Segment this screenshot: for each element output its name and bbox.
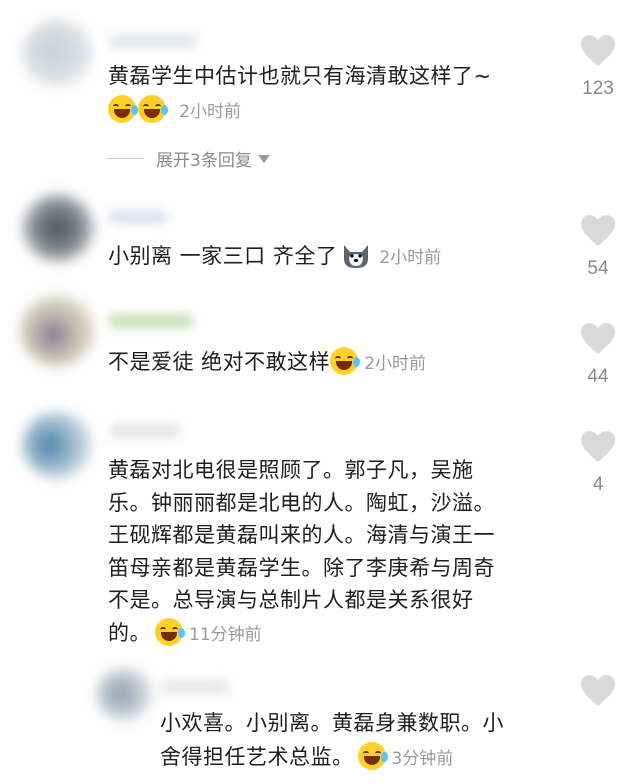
- username[interactable]: [108, 314, 194, 328]
- comment-time: 2小时前: [179, 102, 242, 122]
- comment-text: 黄磊学生中估计也就只有海清敢这样了~: [108, 60, 492, 92]
- comment-time: 2小时前: [379, 248, 442, 268]
- heart-icon: [581, 35, 615, 66]
- heart-icon: [581, 215, 615, 246]
- comment-line: 小欢喜。小别离。黄磊身兼数职。小: [160, 711, 504, 735]
- comment-line-text: 舍得担任艺术总监。: [160, 745, 354, 769]
- cry-laugh-emoji: [330, 347, 361, 375]
- comment-line: 的。 11分钟前: [108, 617, 495, 652]
- like-button[interactable]: 54: [568, 214, 628, 280]
- comment-text: 黄磊对北电很是照顾了。郭子凡，吴施 乐。钟丽丽都是北电的人。陶虹，沙溢。 王砚辉…: [108, 454, 495, 651]
- username[interactable]: [108, 34, 198, 48]
- avatar[interactable]: [96, 668, 152, 720]
- like-button[interactable]: 4: [568, 430, 628, 496]
- comment-body: 不是爱徒 绝对不敢这样: [108, 350, 331, 374]
- like-button[interactable]: 123: [568, 34, 628, 100]
- comment-time: 2小时前: [364, 354, 427, 374]
- heart-icon: [581, 431, 615, 462]
- comment-item: 小欢喜。小别离。黄磊身兼数职。小 舍得担任艺术总监。 3分钟前: [0, 662, 640, 784]
- comment-time: 3分钟前: [391, 749, 454, 769]
- comment-line: 乐。钟丽丽都是北电的人。陶虹，沙溢。: [108, 490, 495, 515]
- divider: [106, 158, 144, 159]
- comment-body: 小别离 一家三口 齐全了: [108, 244, 338, 268]
- username[interactable]: [110, 424, 180, 438]
- comment-item: 不是爱徒 绝对不敢这样 2小时前 44: [0, 286, 640, 388]
- comment-meta: 2小时前: [108, 94, 241, 128]
- avatar[interactable]: [22, 412, 92, 478]
- comment-text: 小欢喜。小别离。黄磊身兼数职。小 舍得担任艺术总监。 3分钟前: [160, 706, 504, 776]
- comment-body: 黄磊学生中估计也就只有海清敢这样了~: [108, 64, 492, 88]
- comment-line: 舍得担任艺术总监。 3分钟前: [160, 740, 504, 776]
- expand-replies-button[interactable]: 展开3条回复: [106, 146, 270, 171]
- cry-laugh-emoji: [357, 742, 388, 770]
- like-count: 4: [592, 474, 604, 495]
- comment-line: 不是。总导演与总制片人都是关系很好: [108, 588, 474, 612]
- comment-text: 不是爱徒 绝对不敢这样 2小时前: [108, 346, 426, 380]
- username[interactable]: [108, 210, 168, 224]
- avatar[interactable]: [22, 194, 94, 262]
- expand-replies-label: 展开3条回复: [156, 151, 252, 171]
- avatar[interactable]: [22, 20, 92, 86]
- username[interactable]: [160, 680, 230, 694]
- avatar[interactable]: [20, 296, 94, 366]
- comment-text: 小别离 一家三口 齐全了 2小时前: [108, 240, 441, 274]
- comment-line-text: 的。: [108, 620, 151, 645]
- comment-item: 黄磊学生中估计也就只有海清敢这样了~ 2小时前 123: [0, 0, 640, 140]
- cry-laugh-emoji: [155, 617, 185, 646]
- heart-icon: [581, 675, 615, 706]
- comment-item: 黄磊对北电很是照顾了。郭子凡，吴施 乐。钟丽丽都是北电的人。陶虹，沙溢。 王砚辉…: [0, 398, 640, 656]
- cry-laugh-emoji: [138, 95, 168, 123]
- like-count: 123: [582, 78, 614, 99]
- comment-line: 王砚辉都是黄磊叫来的人。海清与演王一: [108, 523, 495, 547]
- heart-icon: [581, 323, 615, 354]
- like-button[interactable]: [568, 674, 628, 708]
- comment-item: 小别离 一家三口 齐全了 2小时前 54: [0, 180, 640, 280]
- comment-line: 黄磊对北电很是照顾了。郭子凡，吴施: [108, 458, 474, 482]
- cry-laugh-emoji: [108, 95, 138, 123]
- like-count: 54: [587, 258, 609, 279]
- husky-dog-emoji: [344, 245, 369, 268]
- comment-time: 11分钟前: [189, 624, 262, 645]
- chevron-down-icon: [257, 154, 270, 163]
- like-button[interactable]: 44: [568, 322, 628, 388]
- like-count: 44: [587, 366, 609, 387]
- comment-line: 笛母亲都是黄磊学生。除了李庚希与周奇: [108, 555, 495, 580]
